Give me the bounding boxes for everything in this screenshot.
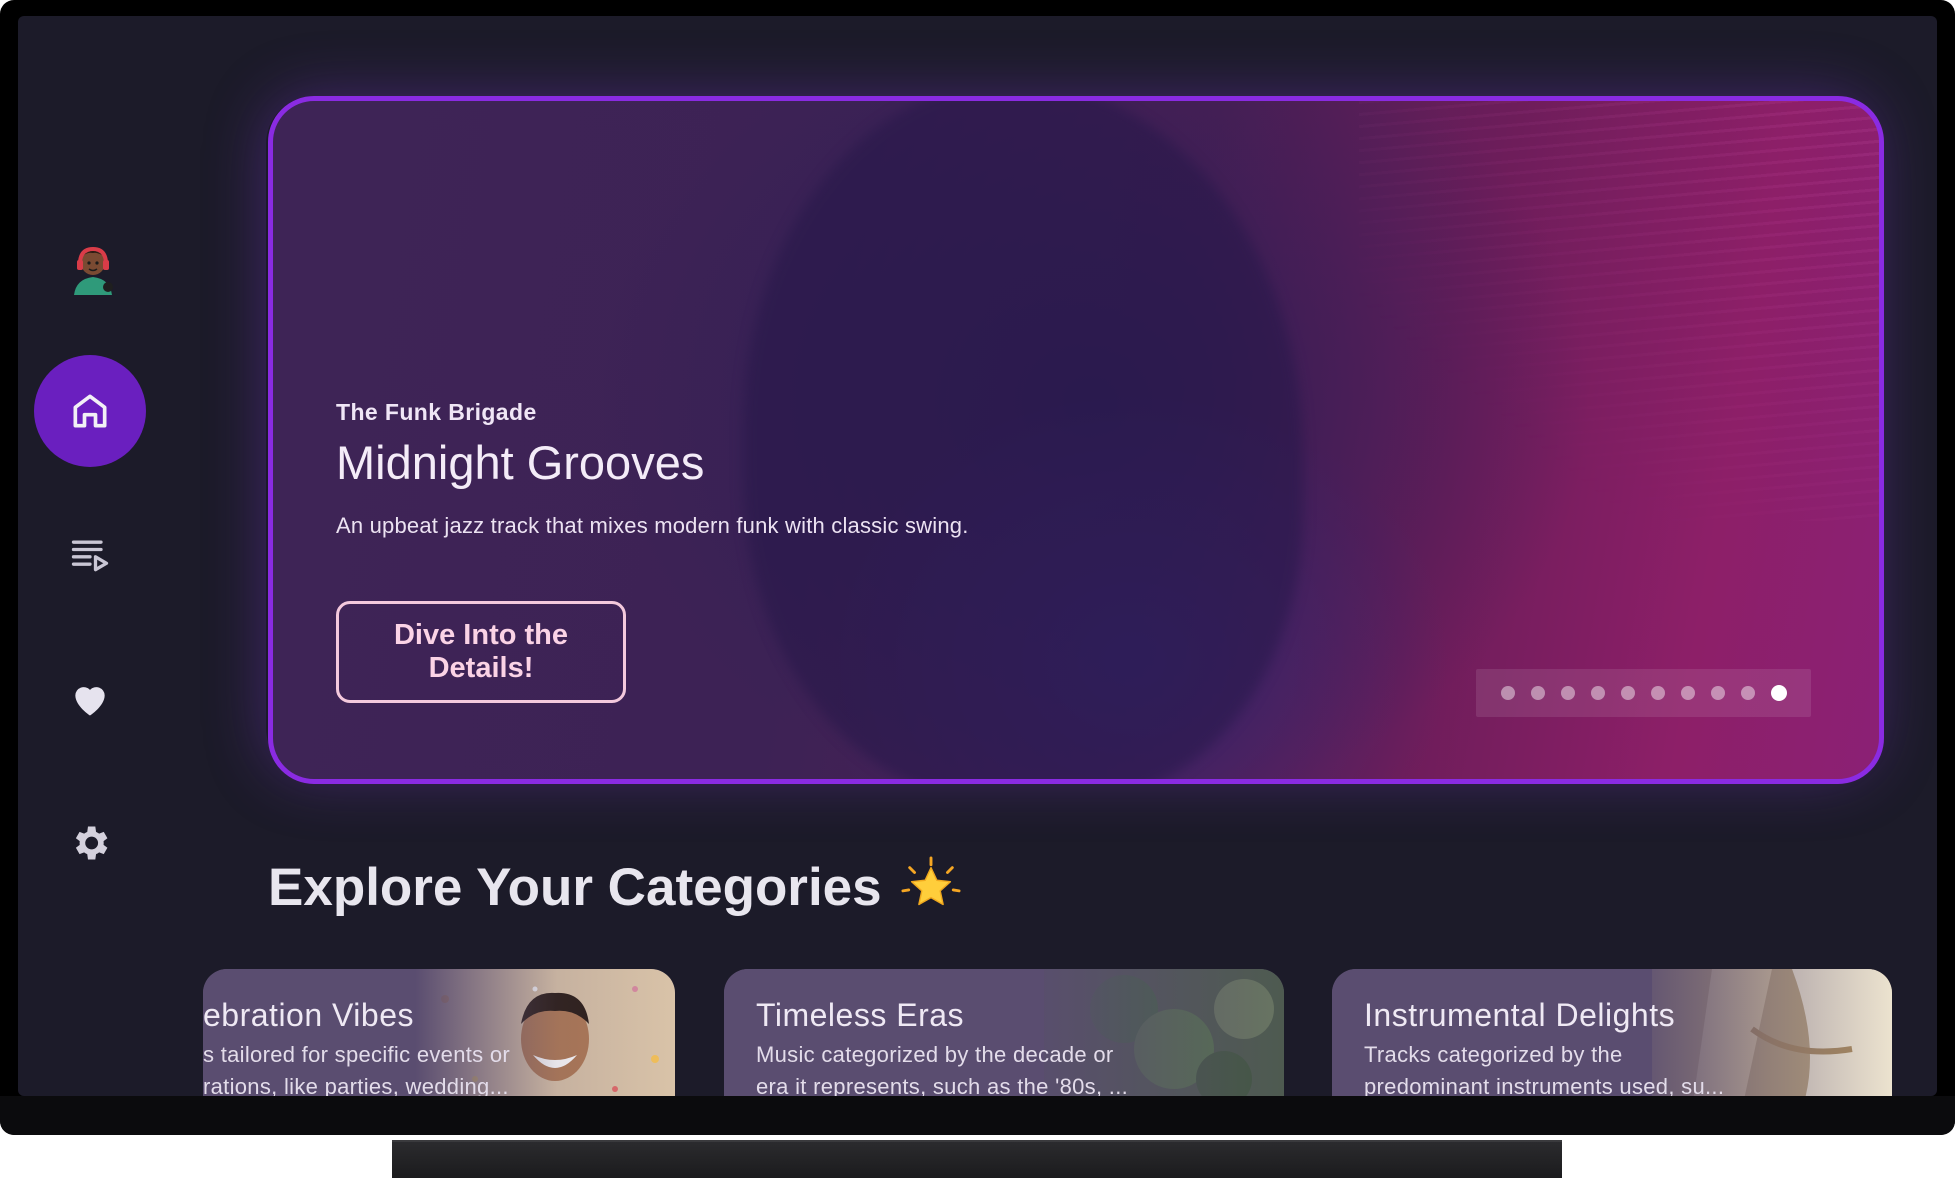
category-description: Music categorized by the decade or era i…: [756, 1039, 1128, 1096]
hero-light-stripes: [1359, 101, 1879, 521]
featured-carousel[interactable]: The Funk Brigade Midnight Grooves An upb…: [268, 96, 1884, 784]
playlist-play-icon: [71, 540, 109, 572]
carousel-dot[interactable]: [1650, 686, 1665, 700]
tv-bottom-bezel: [0, 1096, 1955, 1135]
sidebar-item-settings[interactable]: [34, 787, 146, 899]
hero-title: Midnight Grooves: [336, 436, 705, 489]
hero-artist: The Funk Brigade: [336, 399, 537, 425]
tv-screen: The Funk Brigade Midnight Grooves An upb…: [18, 16, 1937, 1096]
avatar-icon: [74, 246, 113, 295]
category-title: Instrumental Delights: [1364, 997, 1676, 1033]
tv-stand: [392, 1140, 1562, 1178]
category-description-line: rations, like parties, wedding...: [203, 1074, 509, 1096]
carousel-dot[interactable]: [1770, 685, 1787, 701]
section-title-text: Explore Your Categories: [268, 857, 882, 917]
sidebar-item-favorites[interactable]: [34, 643, 146, 755]
category-description: s tailored for specific events or ration…: [203, 1039, 510, 1096]
carousel-dot[interactable]: [1590, 686, 1605, 700]
category-description-line: predominant instruments used, su...: [1364, 1074, 1725, 1096]
hero-description: An upbeat jazz track that mixes modern f…: [336, 513, 969, 538]
details-button[interactable]: Dive Into the Details!: [336, 601, 626, 703]
category-description-line: Tracks categorized by the: [1364, 1042, 1623, 1067]
carousel-dot[interactable]: [1710, 686, 1725, 700]
star-icon: [901, 856, 961, 906]
category-description-line: s tailored for specific events or: [203, 1042, 511, 1067]
heart-icon: [75, 687, 105, 716]
category-card[interactable]: Timeless Eras Music categorized by the d…: [724, 969, 1284, 1096]
category-title: Timeless Eras: [756, 997, 965, 1033]
gear-icon: [75, 826, 108, 860]
carousel-dot[interactable]: [1680, 686, 1695, 700]
category-card[interactable]: ebration Vibes s tailored for specific e…: [203, 969, 675, 1096]
carousel-pager[interactable]: [1476, 669, 1811, 717]
sidebar-item-playlist[interactable]: [34, 499, 146, 611]
carousel-dot[interactable]: [1740, 686, 1755, 700]
category-title: ebration Vibes: [203, 997, 414, 1033]
carousel-dot[interactable]: [1500, 686, 1515, 700]
carousel-dot[interactable]: [1620, 686, 1635, 700]
section-title: Explore Your Categories: [268, 856, 962, 918]
home-icon: [73, 394, 107, 428]
sidebar-nav: [18, 16, 168, 1096]
category-description-line: era it represents, such as the '80s, ...: [756, 1074, 1129, 1096]
category-description-line: Music categorized by the decade or: [756, 1042, 1114, 1067]
sidebar-item-home[interactable]: [34, 355, 146, 467]
category-description: Tracks categorized by the predominant in…: [1364, 1039, 1724, 1096]
carousel-dot[interactable]: [1560, 686, 1575, 700]
profile-avatar[interactable]: [66, 241, 120, 295]
carousel-dot[interactable]: [1530, 686, 1545, 700]
category-card[interactable]: Instrumental Delights Tracks categorized…: [1332, 969, 1892, 1096]
hero-background-image: [743, 101, 1303, 779]
